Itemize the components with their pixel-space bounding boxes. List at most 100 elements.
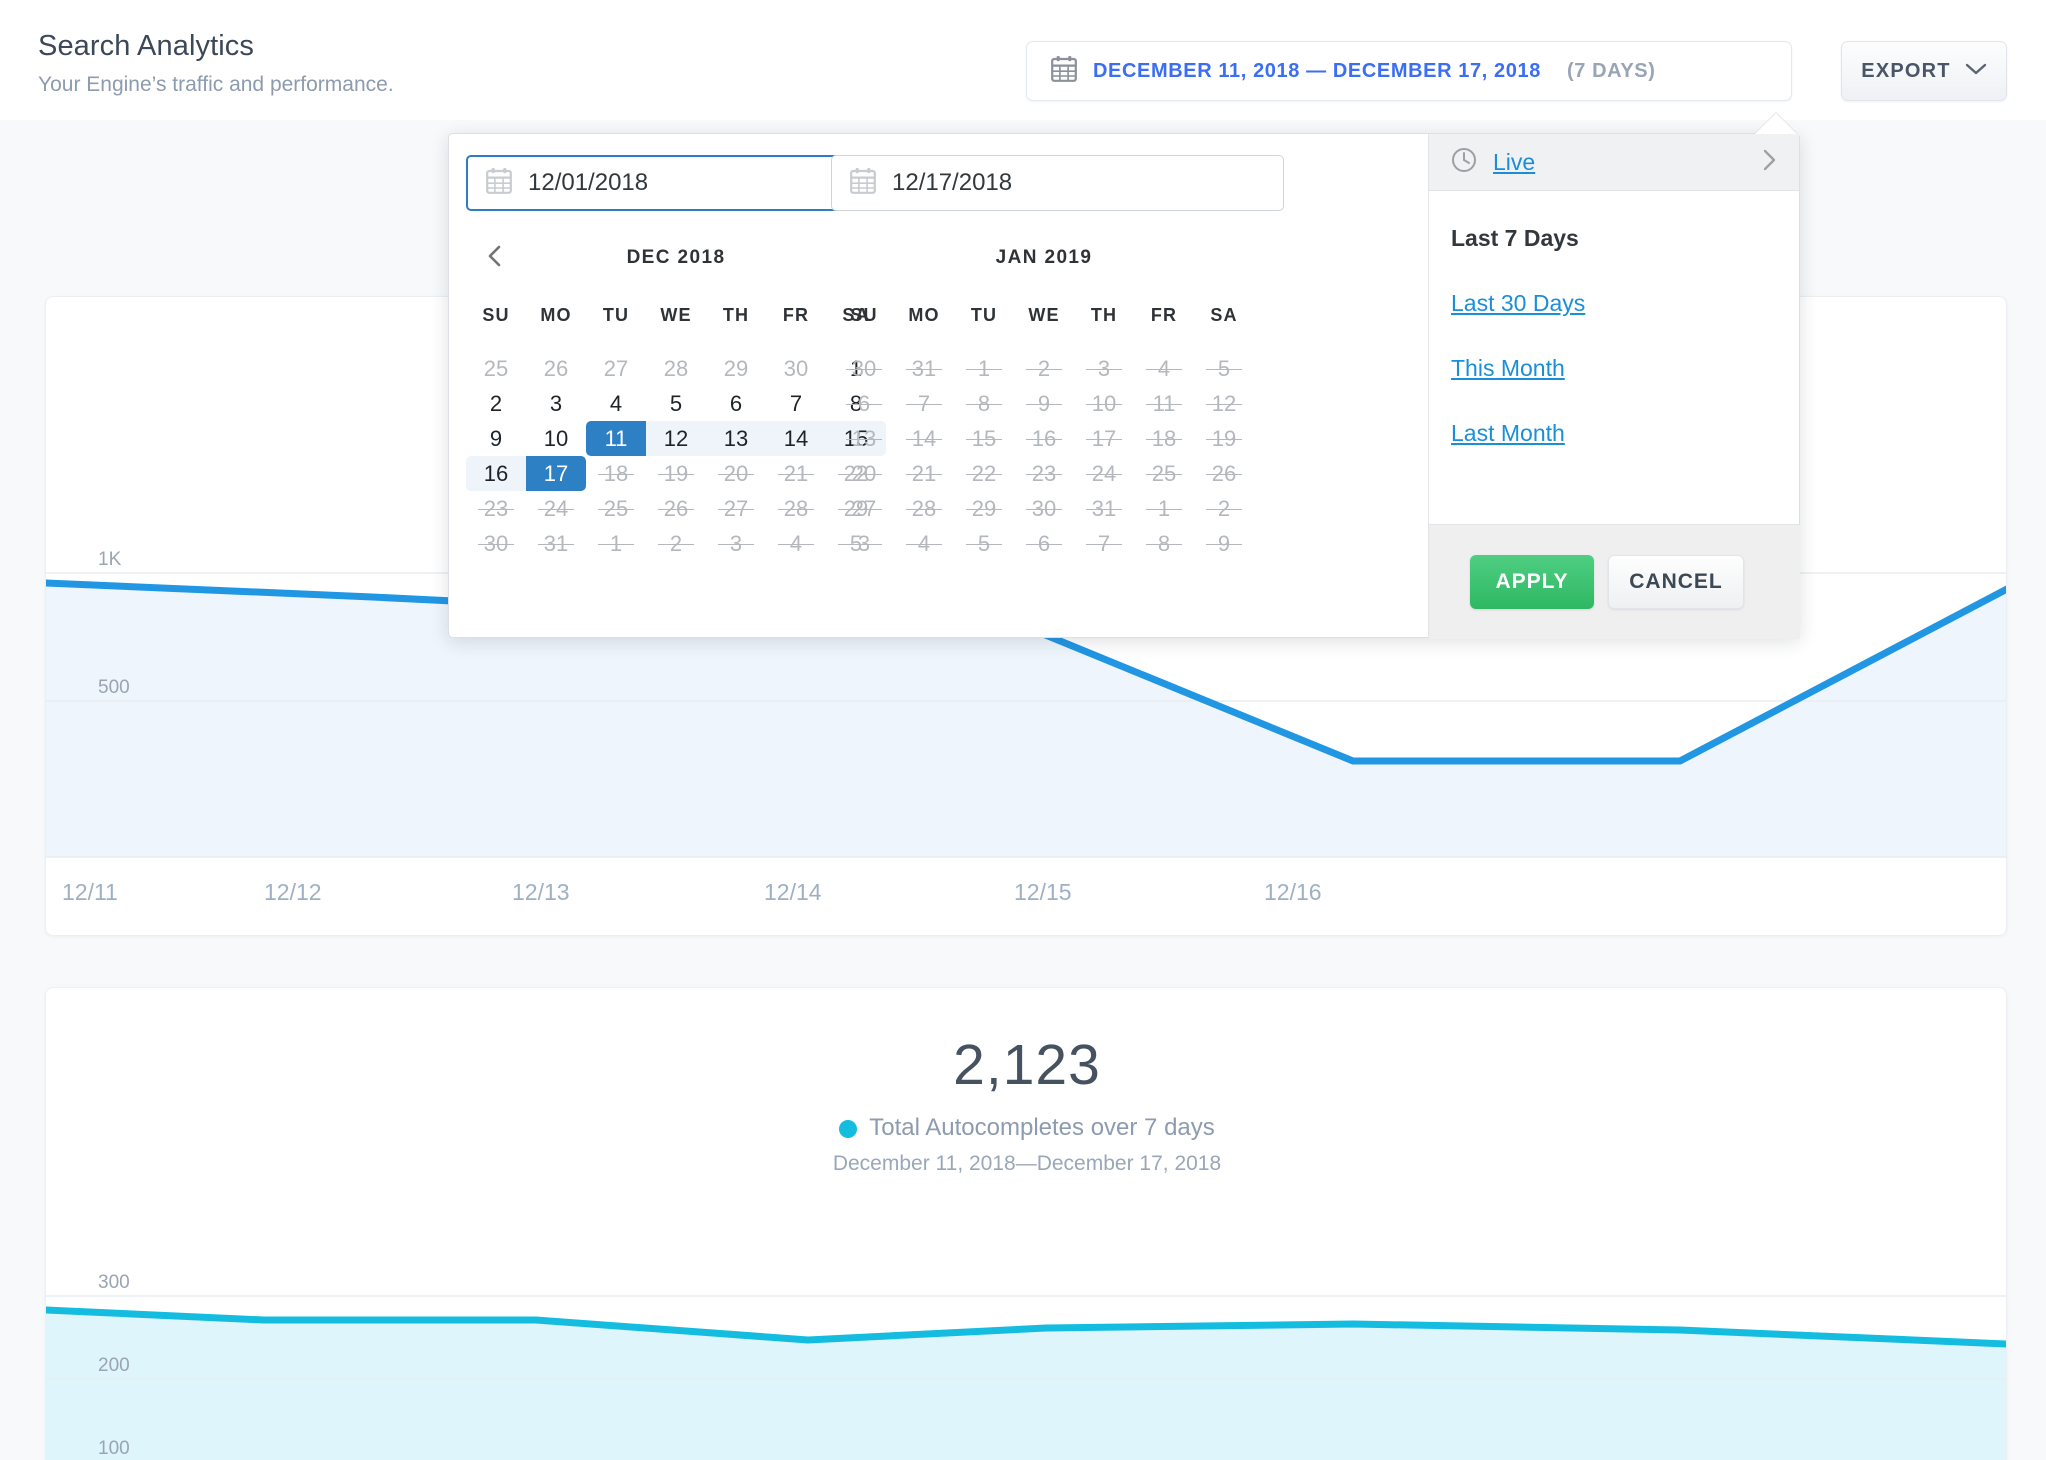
calendar-day: 27 <box>834 491 894 526</box>
calendar-day: 26 <box>1194 456 1254 491</box>
calendar-december-days: 25 26 27 28 29 30 1 2 3 4 5 6 7 8 9 10 11 12 13 14 15 16 17 18 1… <box>466 351 886 561</box>
calendar-day: 1 <box>586 526 646 561</box>
calendar-day: 3 <box>706 526 766 561</box>
calendar-day: 23 <box>1014 456 1074 491</box>
calendar-day[interactable]: 3 <box>526 386 586 421</box>
date-range-days: (7 DAYS) <box>1566 59 1656 82</box>
calendar-day: 20 <box>834 456 894 491</box>
calendar-day: 30 <box>1014 491 1074 526</box>
calendar-january-title: JAN 2019 <box>995 247 1093 268</box>
calendar-day: 28 <box>894 491 954 526</box>
calendar-day[interactable]: 2 <box>466 386 526 421</box>
calendar-day: 5 <box>954 526 1014 561</box>
calendar-day[interactable]: 7 <box>766 386 826 421</box>
calendar-day: 25 <box>586 491 646 526</box>
page-subtitle: Your Engine’s traffic and performance. <box>38 73 394 96</box>
chart2-ytick-1: 200 <box>98 1355 130 1376</box>
calendar-day: 24 <box>526 491 586 526</box>
dow-sa: SA <box>1210 304 1238 325</box>
cancel-button[interactable]: CANCEL <box>1608 555 1744 609</box>
calendar-day: 1 <box>1134 491 1194 526</box>
date-range-button[interactable]: DECEMBER 11, 2018 — DECEMBER 17, 2018 (7… <box>1026 41 1792 101</box>
calendar-day: 25 <box>1134 456 1194 491</box>
chart1-xtick-12-11: 12/11 <box>62 879 118 905</box>
calendar-january-dow: SU MO TU WE TH FR SA <box>834 295 1254 335</box>
calendar-day[interactable]: 25 <box>466 351 526 386</box>
chart1-xtick-12-12: 12/12 <box>264 879 322 905</box>
calendar-december-dow: SU MO TU WE TH FR SA <box>466 295 886 335</box>
calendar-icon <box>486 167 512 199</box>
calendar-day: 30 <box>466 526 526 561</box>
calendar-icon <box>850 167 876 199</box>
calendar-icon <box>1051 55 1077 87</box>
preset-item-last-30-days[interactable]: Last 30 Days <box>1451 290 1777 317</box>
page-header: Search Analytics Your Engine’s traffic a… <box>0 0 2046 120</box>
date-from-value: 12/01/2018 <box>528 169 649 196</box>
calendar-day[interactable]: 11 <box>586 421 646 456</box>
dow-su: SU <box>482 304 510 325</box>
calendar-day: 7 <box>1074 526 1134 561</box>
calendar-day[interactable]: 12 <box>646 421 706 456</box>
dow-tu: TU <box>970 304 998 325</box>
calendar-day: 3 <box>1074 351 1134 386</box>
calendar-day: 8 <box>954 386 1014 421</box>
calendar-day[interactable]: 6 <box>706 386 766 421</box>
date-picker-popup: 12/01/2018 12/17/2018 DEC 2018 SU MO TU … <box>448 133 1800 639</box>
datepicker-arrow <box>1755 113 1797 134</box>
chart1-ytick-1: 500 <box>98 677 130 698</box>
calendar-day: 29 <box>954 491 1014 526</box>
calendar-december: DEC 2018 SU MO TU WE TH FR SA 25 26 27 28 29… <box>466 239 886 561</box>
calendar-day: 6 <box>834 386 894 421</box>
calendar-day[interactable]: 5 <box>646 386 706 421</box>
calendar-day: 2 <box>646 526 706 561</box>
calendar-day[interactable]: 29 <box>706 351 766 386</box>
calendar-day: 11 <box>1134 386 1194 421</box>
dow-th: TH <box>722 304 750 325</box>
calendar-day[interactable]: 17 <box>526 456 586 491</box>
calendar-day: 27 <box>706 491 766 526</box>
calendar-day: 10 <box>1074 386 1134 421</box>
chevron-right-icon <box>1761 148 1777 177</box>
dow-mo: MO <box>908 304 940 325</box>
calendar-day[interactable]: 16 <box>466 456 526 491</box>
chart1-xtick-12-13: 12/13 <box>512 879 570 905</box>
calendar-january-days: 30 31 1 2 3 4 5 6 7 8 9 10 11 12 13 14 15 16 17 18 19 20 21 22 2… <box>834 351 1254 561</box>
date-to-input[interactable]: 12/17/2018 <box>831 155 1284 211</box>
calendar-january-header: JAN 2019 <box>834 239 1254 279</box>
calendar-day: 2 <box>1014 351 1074 386</box>
dow-tu: TU <box>602 304 630 325</box>
dow-th: TH <box>1090 304 1118 325</box>
calendar-day: 6 <box>1014 526 1074 561</box>
preset-item-this-month[interactable]: This Month <box>1451 355 1777 382</box>
calendar-day[interactable]: 28 <box>646 351 706 386</box>
preset-item-last-7-days[interactable]: Last 7 Days <box>1451 225 1777 252</box>
calendar-day[interactable]: 13 <box>706 421 766 456</box>
autocompletes-chart-card: 2,123 Total Autocompletes over 7 days De… <box>45 987 2007 1460</box>
preset-item-last-month[interactable]: Last Month <box>1451 420 1777 447</box>
calendar-day: 17 <box>1074 421 1134 456</box>
chevron-left-icon[interactable] <box>480 241 510 271</box>
export-button[interactable]: EXPORT <box>1841 41 2007 101</box>
dow-we: WE <box>1028 304 1060 325</box>
calendar-day: 30 <box>834 351 894 386</box>
calendar-day: 31 <box>526 526 586 561</box>
chart2-ytick-0: 300 <box>98 1272 130 1293</box>
preset-live[interactable]: Live <box>1429 134 1799 191</box>
calendar-day: 21 <box>766 456 826 491</box>
date-to-value: 12/17/2018 <box>892 169 1013 196</box>
calendar-day[interactable]: 10 <box>526 421 586 456</box>
calendar-day[interactable]: 14 <box>766 421 826 456</box>
calendar-december-header: DEC 2018 <box>466 239 886 279</box>
calendar-day[interactable]: 9 <box>466 421 526 456</box>
calendar-day[interactable]: 30 <box>766 351 826 386</box>
calendar-day[interactable]: 26 <box>526 351 586 386</box>
calendar-day: 14 <box>894 421 954 456</box>
calendar-day: 19 <box>646 456 706 491</box>
preset-panel: Live Last 7 Days Last 30 Days This Month… <box>1428 134 1800 639</box>
datepicker-actions: APPLY CANCEL <box>1429 524 1800 639</box>
calendar-day: 5 <box>1194 351 1254 386</box>
calendar-day[interactable]: 4 <box>586 386 646 421</box>
calendar-day: 21 <box>894 456 954 491</box>
calendar-day[interactable]: 27 <box>586 351 646 386</box>
apply-button[interactable]: APPLY <box>1470 555 1594 609</box>
